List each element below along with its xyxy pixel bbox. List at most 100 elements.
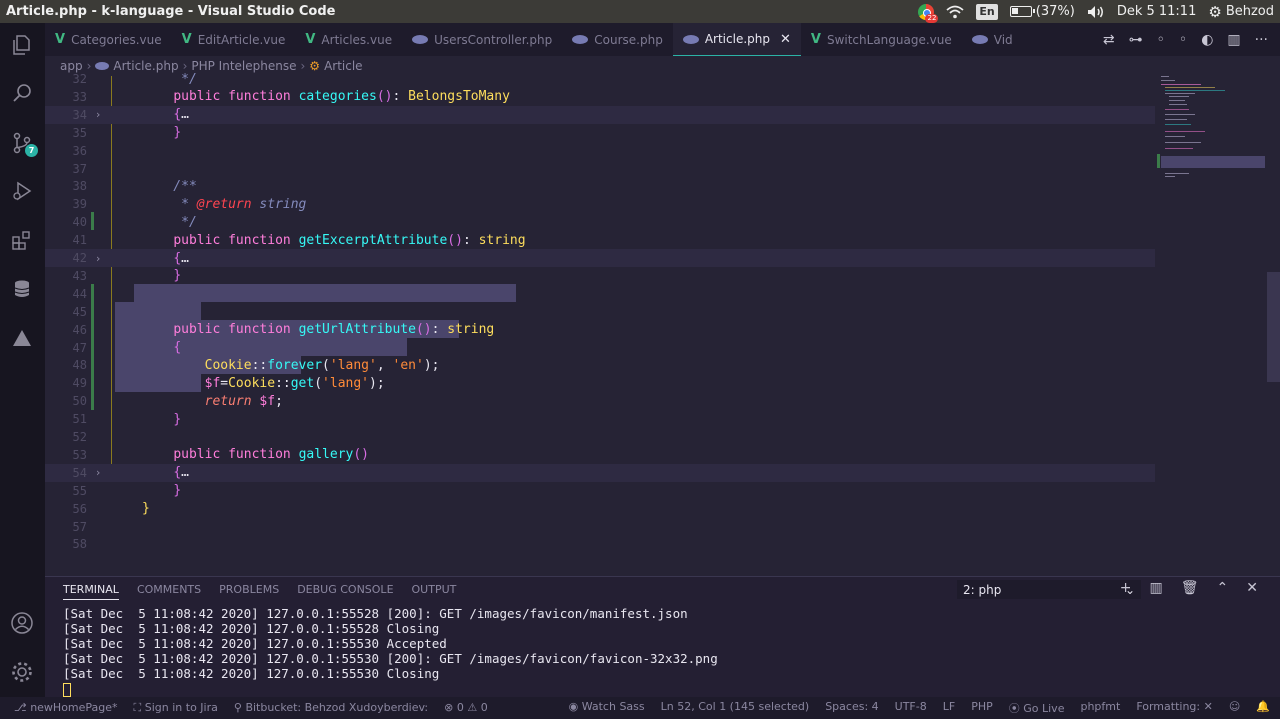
tab-editarticle-vue[interactable]: V EditArticle.vue bbox=[172, 23, 296, 56]
previous-change-icon[interactable]: ◦ bbox=[1157, 32, 1165, 48]
code-text: } bbox=[173, 411, 182, 427]
watch-sass-button[interactable]: ◉ Watch Sass bbox=[569, 700, 645, 716]
line-number: 56 bbox=[72, 501, 87, 516]
tab-label: UsersController.php bbox=[434, 32, 553, 47]
explorer-icon[interactable] bbox=[10, 33, 34, 57]
run-debug-icon[interactable] bbox=[10, 179, 34, 203]
database-icon[interactable] bbox=[10, 277, 34, 301]
fold-chevron-icon[interactable]: › bbox=[87, 108, 109, 121]
close-icon[interactable]: ✕ bbox=[1246, 580, 1258, 596]
status-bar: ⎇ newHomePage* ⛶ Sign in to Jira ⚲ Bitbu… bbox=[0, 697, 1280, 719]
code-line: 52 bbox=[45, 428, 1155, 446]
tab-course-php[interactable]: Course.php bbox=[562, 23, 673, 56]
code-text: $f=Cookie::get('lang'); bbox=[204, 375, 385, 391]
fold-chevron-icon[interactable]: › bbox=[87, 252, 109, 265]
tab-categories-vue[interactable]: V Categories.vue bbox=[45, 23, 172, 56]
problems-indicator[interactable]: ⊗ 0 ⚠ 0 bbox=[444, 701, 488, 715]
more-actions-icon[interactable]: ··· bbox=[1255, 32, 1268, 48]
minimap[interactable] bbox=[1155, 76, 1267, 576]
source-control-icon[interactable]: 7 bbox=[10, 131, 38, 157]
vertical-scrollbar[interactable] bbox=[1267, 272, 1280, 382]
line-number: 51 bbox=[72, 412, 87, 427]
deploy-icon[interactable] bbox=[10, 326, 34, 350]
wifi-icon[interactable] bbox=[946, 5, 964, 19]
code-text: } bbox=[142, 501, 150, 517]
terminal-output[interactable]: [Sat Dec 5 11:08:42 2020] 127.0.0.1:5552… bbox=[63, 606, 718, 697]
php-file-icon bbox=[95, 62, 110, 70]
indentation[interactable]: Spaces: 4 bbox=[825, 700, 878, 716]
code-line: 38 /** bbox=[45, 177, 1155, 195]
phpfmt-status[interactable]: phpfmt bbox=[1080, 700, 1120, 716]
code-line: 58 bbox=[45, 535, 1155, 553]
trash-icon[interactable]: 🗑 bbox=[1181, 580, 1199, 596]
settings-gear-icon[interactable] bbox=[10, 660, 34, 684]
terminal-line: [Sat Dec 5 11:08:42 2020] 127.0.0.1:5552… bbox=[63, 606, 688, 621]
line-number: 54 bbox=[72, 465, 87, 480]
tab-vid[interactable]: Vid bbox=[962, 23, 1023, 56]
tab-label: Vid bbox=[993, 32, 1013, 47]
keyboard-language[interactable]: En bbox=[976, 3, 998, 20]
tab-switchlanguage-vue[interactable]: V SwitchLanguage.vue bbox=[801, 23, 962, 56]
encoding[interactable]: UTF-8 bbox=[895, 700, 927, 716]
code-text: return $f; bbox=[204, 393, 283, 409]
extensions-icon[interactable] bbox=[10, 228, 34, 252]
code-text: public function gallery() bbox=[173, 447, 370, 463]
line-number: 55 bbox=[72, 483, 87, 498]
code-line: 46 public function getUrlAttribute(): st… bbox=[45, 321, 1155, 339]
jira-status[interactable]: ⛶ Sign in to Jira bbox=[134, 701, 218, 715]
cursor-position[interactable]: Ln 52, Col 1 (145 selected) bbox=[661, 700, 810, 716]
go-live-button[interactable]: ⦿ Go Live bbox=[1009, 700, 1065, 716]
fold-chevron-icon[interactable]: › bbox=[87, 466, 109, 479]
clock[interactable]: Dek 5 11:11 bbox=[1117, 4, 1197, 19]
split-editor-icon[interactable]: ▥ bbox=[1227, 32, 1240, 48]
user-menu[interactable]: ⚙ Behzod bbox=[1208, 3, 1274, 21]
terminal-cursor bbox=[63, 682, 71, 697]
search-icon[interactable] bbox=[10, 81, 34, 105]
new-terminal-icon[interactable]: + bbox=[1120, 580, 1132, 596]
panel-tab-debug-console[interactable]: DEBUG CONSOLE bbox=[297, 583, 393, 600]
code-text: } bbox=[173, 268, 182, 284]
panel-tab-problems[interactable]: PROBLEMS bbox=[219, 583, 279, 600]
panel-tab-terminal[interactable]: TERMINAL bbox=[63, 583, 119, 600]
code-line: 45 bbox=[45, 303, 1155, 321]
code-line: 43 } bbox=[45, 267, 1155, 285]
formatting-status[interactable]: Formatting: ✕ bbox=[1136, 700, 1213, 716]
tab-article-php[interactable]: Article.php ✕ bbox=[672, 23, 801, 56]
maximize-panel-icon[interactable]: ⌃ bbox=[1217, 580, 1229, 596]
split-terminal-icon[interactable]: ▥ bbox=[1150, 580, 1163, 596]
chrome-icon[interactable]: 22 bbox=[918, 3, 939, 23]
vue-file-icon: V bbox=[181, 32, 192, 47]
jira-label: Sign in to Jira bbox=[144, 701, 218, 714]
next-change-icon[interactable]: ◦ bbox=[1179, 32, 1187, 48]
code-text: { bbox=[173, 340, 182, 355]
code-line: 36 bbox=[45, 142, 1155, 160]
volume-icon[interactable] bbox=[1087, 5, 1105, 19]
tab-articles-vue[interactable]: V Articles.vue bbox=[295, 23, 402, 56]
close-icon[interactable]: ✕ bbox=[780, 32, 791, 47]
code-editor[interactable]: 32 */33 public function categories(): Be… bbox=[45, 72, 1155, 576]
code-text: } bbox=[173, 483, 182, 499]
gear-icon: ⚙ bbox=[1208, 2, 1222, 21]
system-top-bar: Article.php - k-language - Visual Studio… bbox=[0, 0, 1280, 23]
language-mode[interactable]: PHP bbox=[971, 700, 993, 716]
watch-sass-label: Watch Sass bbox=[581, 700, 645, 713]
branch-indicator[interactable]: ⎇ newHomePage* bbox=[14, 701, 118, 715]
bell-icon[interactable]: 🔔 bbox=[1256, 700, 1270, 716]
battery-icon bbox=[1009, 6, 1035, 17]
timeline-icon[interactable]: ◐ bbox=[1201, 32, 1213, 48]
tab-userscontroller-php[interactable]: UsersController.php bbox=[402, 23, 562, 56]
git-compare-icon[interactable]: ⊶ bbox=[1129, 32, 1143, 48]
panel-tab-comments[interactable]: COMMENTS bbox=[137, 583, 201, 600]
line-number: 40 bbox=[72, 215, 87, 230]
code-line: 41 public function getExcerptAttribute()… bbox=[45, 231, 1155, 249]
code-text: Cookie::forever('lang', 'en'); bbox=[204, 357, 440, 373]
feedback-icon[interactable]: ☺ bbox=[1229, 700, 1240, 716]
battery-indicator[interactable]: (37%) bbox=[1009, 4, 1075, 19]
bitbucket-status[interactable]: ⚲ Bitbucket: Behzod Xudoyberdiev: bbox=[234, 701, 428, 715]
open-changes-icon[interactable]: ⇄ bbox=[1103, 32, 1115, 48]
code-line: 54 › {… bbox=[45, 463, 1155, 482]
accounts-icon[interactable] bbox=[10, 611, 34, 635]
panel-tab-output[interactable]: OUTPUT bbox=[412, 583, 457, 600]
eol[interactable]: LF bbox=[943, 700, 955, 716]
terminal-selector[interactable]: 2: php ⌄ bbox=[957, 580, 1141, 599]
